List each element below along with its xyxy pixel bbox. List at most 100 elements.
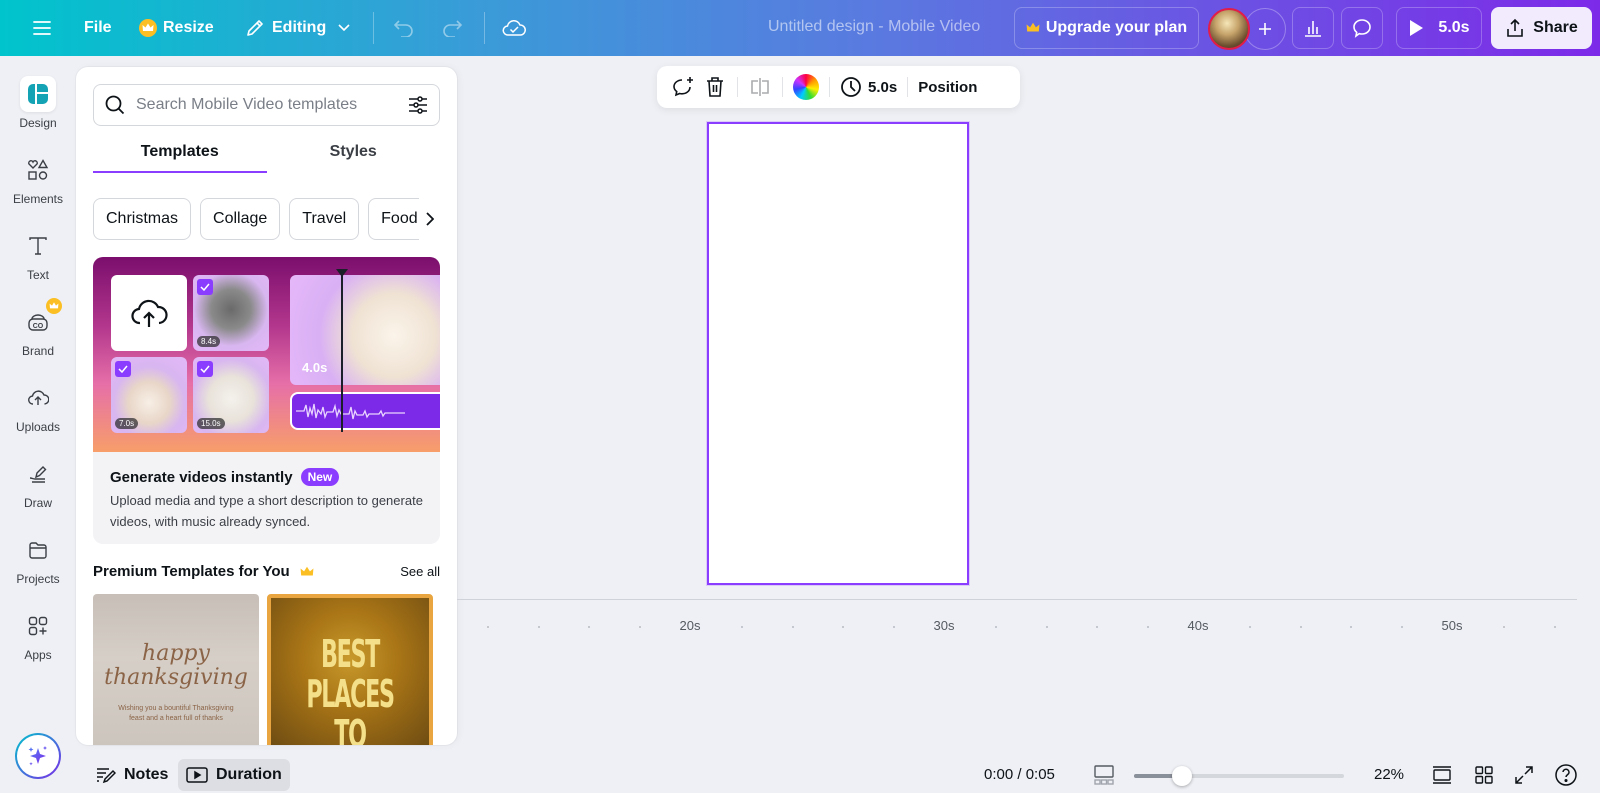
user-avatar[interactable] (1208, 8, 1250, 50)
bottom-bar: Notes Duration 0:00 / 0:05 22% (76, 757, 1600, 793)
chip-christmas[interactable]: Christmas (93, 198, 192, 240)
grid-view-button[interactable] (1468, 759, 1500, 791)
ruler-tick (893, 626, 896, 628)
zoom-slider-thumb[interactable] (1172, 766, 1193, 786)
comments-button[interactable] (1341, 7, 1383, 49)
fullscreen-button[interactable] (1508, 759, 1540, 791)
document-title[interactable]: Untitled design - Mobile Video (768, 18, 980, 36)
generate-videos-promo-card[interactable]: 8.4s 7.0s 15.0s 4.0s Generate videos ins… (93, 257, 440, 544)
svg-text:CO: CO (33, 323, 44, 330)
rail-item-elements[interactable]: Elements (0, 152, 76, 222)
chevron-down-icon (338, 24, 350, 32)
play-icon (1408, 19, 1424, 37)
divider (737, 77, 738, 97)
add-collaborator-button[interactable] (1244, 8, 1286, 50)
timeline-playhead (336, 269, 348, 432)
crown-icon (300, 566, 314, 578)
tile-duration: 7.0s (115, 418, 139, 429)
share-button[interactable]: Share (1491, 7, 1592, 49)
grid-icon (1474, 765, 1494, 785)
hamburger-icon (33, 20, 51, 36)
timeline-ruler[interactable]: 20s 30s 40s 50s (457, 618, 1600, 642)
upload-tile (111, 275, 187, 351)
flip-button[interactable] (744, 71, 776, 103)
ruler-tick (1045, 626, 1048, 628)
rail-item-text[interactable]: Text (0, 228, 76, 298)
chips-scroll-right-button[interactable] (419, 198, 441, 240)
redo-button[interactable] (432, 8, 472, 48)
play-preview-button[interactable]: 5.0s (1396, 7, 1482, 49)
rail-item-apps[interactable]: Apps (0, 608, 76, 678)
ruler-tick (639, 626, 642, 628)
zoom-slider[interactable] (1134, 766, 1344, 786)
rail-label: Draw (23, 496, 52, 510)
undo-button[interactable] (384, 8, 424, 48)
checkmark-icon (197, 361, 213, 377)
design-icon (20, 76, 56, 112)
help-question-icon (1554, 763, 1578, 787)
tile-duration: 8.4s (197, 336, 221, 347)
tab-templates[interactable]: Templates (93, 137, 267, 173)
preview-clip-tile: 4.0s (290, 275, 440, 385)
notes-button[interactable]: Notes (88, 759, 176, 791)
video-timeline-icon (186, 766, 208, 784)
template-thumbnail[interactable]: happy thanksgiving Wishing you a bountif… (93, 594, 259, 745)
ruler-tick-label: 20s (679, 618, 701, 633)
redo-icon (441, 19, 463, 37)
chip-travel[interactable]: Travel (289, 198, 360, 240)
rail-label: Elements (12, 192, 64, 206)
new-badge: New (300, 468, 340, 486)
editing-mode-dropdown[interactable]: Editing (234, 8, 360, 48)
save-status-button[interactable] (494, 8, 534, 48)
comment-icon (1351, 17, 1373, 39)
ruler-tick (1147, 626, 1150, 628)
zoom-percentage[interactable]: 22% (1374, 766, 1404, 783)
resize-button[interactable]: Resize (129, 8, 224, 48)
upgrade-plan-button[interactable]: Upgrade your plan (1014, 7, 1199, 49)
rail-item-design[interactable]: Design (0, 76, 76, 146)
help-button[interactable] (1550, 759, 1582, 791)
add-comment-button[interactable] (667, 71, 699, 103)
page-duration-button[interactable]: 5.0s (836, 71, 901, 103)
rail-item-brand[interactable]: CO Brand (0, 298, 76, 374)
position-button[interactable]: Position (914, 71, 981, 103)
page-view-button[interactable] (1426, 759, 1458, 791)
rail-item-projects[interactable]: Projects (0, 532, 76, 602)
rail-label: Brand (21, 344, 55, 358)
background-color-button[interactable] (789, 71, 823, 103)
rail-label: Projects (16, 572, 60, 586)
chip-collage[interactable]: Collage (200, 198, 281, 240)
ruler-tick-label: 30s (933, 618, 955, 633)
template-search-input[interactable] (136, 96, 397, 114)
file-label: File (84, 19, 112, 36)
category-chips: Christmas Collage Travel Food (93, 198, 457, 240)
cloud-check-icon (502, 18, 526, 38)
promo-title-row: Generate videos instantly New (110, 468, 423, 486)
see-all-link[interactable]: See all (400, 564, 440, 579)
template-thumbnail[interactable]: BEST PLACES TO (267, 594, 433, 745)
duration-button[interactable]: Duration (178, 759, 290, 791)
duration-label: Duration (216, 766, 282, 783)
filmstrip-icon (1093, 765, 1115, 785)
file-menu-button[interactable]: File (74, 8, 122, 48)
clip-duration: 4.0s (302, 360, 328, 375)
page-duration-label: 5.0s (868, 78, 898, 96)
divider (829, 77, 830, 97)
divider (484, 12, 485, 44)
promo-description: Upload media and type a short descriptio… (110, 493, 423, 529)
rail-item-uploads[interactable]: Uploads (0, 380, 76, 450)
resize-label: Resize (163, 19, 214, 36)
premium-title-row: Premium Templates for You (93, 563, 314, 580)
design-page-canvas[interactable] (707, 122, 969, 585)
main-menu-button[interactable] (22, 8, 62, 48)
magic-assistant-button[interactable] (15, 733, 61, 779)
rail-item-draw[interactable]: Draw (0, 456, 76, 526)
thumbnail-view-button[interactable] (1088, 759, 1120, 791)
insights-button[interactable] (1292, 7, 1334, 49)
ruler-tick (537, 626, 540, 628)
filter-sliders-icon[interactable] (407, 95, 429, 115)
delete-button[interactable] (699, 71, 731, 103)
media-tile: 8.4s (193, 275, 269, 351)
single-page-icon (1431, 765, 1453, 785)
tab-styles[interactable]: Styles (267, 137, 441, 173)
